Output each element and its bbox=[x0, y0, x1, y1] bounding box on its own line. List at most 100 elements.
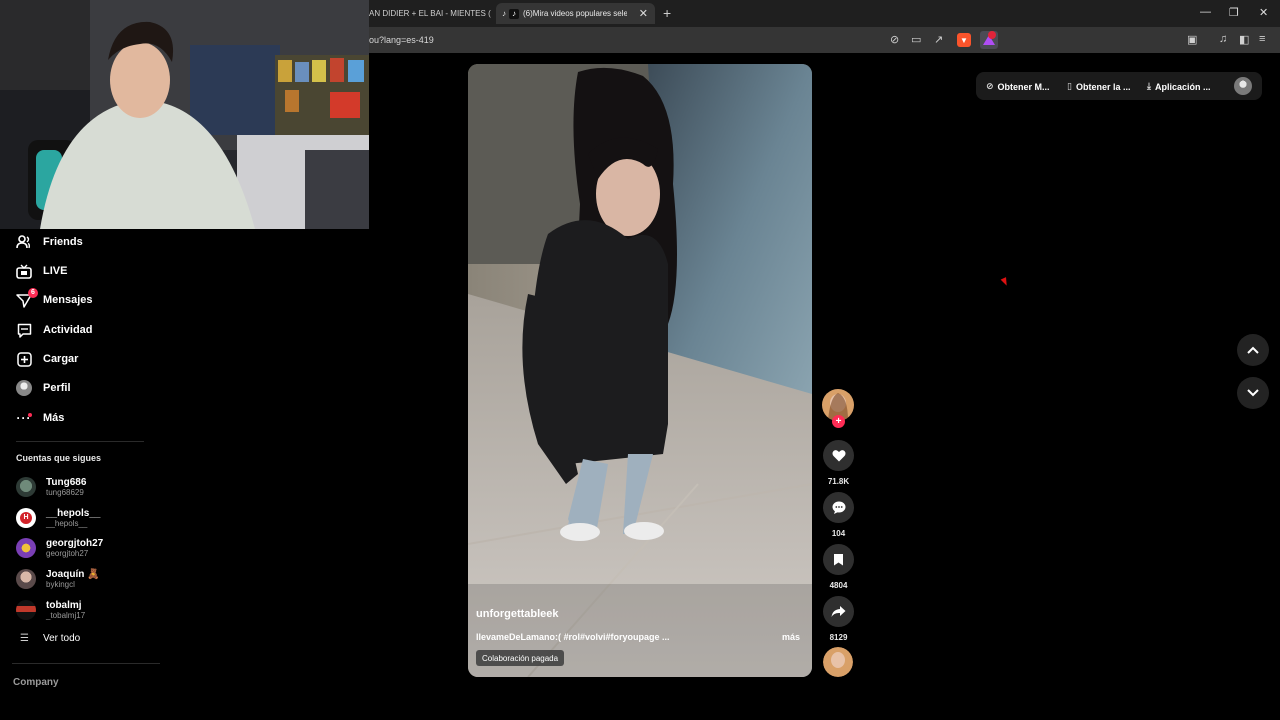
sidebar-label-profile: Perfil bbox=[43, 382, 71, 394]
webcam-image bbox=[0, 0, 369, 229]
get-app-link[interactable]: ▯ Obtener la ... bbox=[1067, 81, 1130, 92]
sidebar-item-messages[interactable]: 6 Mensajes bbox=[16, 288, 93, 310]
followed-account[interactable]: H __hepols__ __hepols__ bbox=[16, 505, 100, 531]
comment-icon bbox=[832, 501, 845, 514]
desktop-app-label: Aplicación ... bbox=[1154, 81, 1211, 92]
comment-count: 104 bbox=[831, 529, 846, 538]
see-all-label: Ver todo bbox=[42, 633, 81, 644]
heart-icon bbox=[832, 450, 845, 462]
share-button[interactable] bbox=[823, 596, 854, 627]
get-app-label: Obtener la ... bbox=[1075, 81, 1131, 92]
address-bar[interactable]: ou?lang=es-419 bbox=[369, 35, 434, 45]
list-icon: ☰ bbox=[20, 633, 29, 644]
chevron-up-icon bbox=[1247, 346, 1259, 354]
friends-icon bbox=[16, 234, 32, 250]
account-name: tobalmj bbox=[46, 600, 82, 611]
sidebar-item-live[interactable]: LIVE bbox=[16, 261, 67, 281]
video-author[interactable]: unforgettableek bbox=[476, 608, 559, 620]
cast-icon[interactable]: ▭ bbox=[911, 33, 921, 46]
sidebar-item-activity[interactable]: Actividad bbox=[16, 320, 93, 340]
sidebar-item-friends[interactable]: Friends bbox=[16, 232, 83, 252]
video-caption: llevameDeLamano:( #rol#volvi#foryoupage … bbox=[476, 632, 670, 642]
avatar bbox=[16, 600, 36, 620]
rewards-badge bbox=[988, 31, 996, 39]
sidebar-item-profile[interactable]: Perfil bbox=[16, 378, 71, 398]
more-dot-badge bbox=[28, 413, 32, 417]
sidebar-label-activity: Actividad bbox=[43, 324, 93, 336]
paid-partnership-badge: Colaboración pagada bbox=[476, 650, 565, 666]
menu-icon[interactable]: ≡ bbox=[1259, 33, 1265, 45]
video-player[interactable] bbox=[468, 64, 812, 677]
restore-icon[interactable]: ❐ bbox=[1229, 6, 1239, 19]
no-translate-icon[interactable]: ⊘ bbox=[890, 33, 899, 46]
account-username: bykingcl bbox=[46, 580, 75, 589]
messages-icon: 6 bbox=[16, 288, 38, 308]
media-icon[interactable]: ♫ bbox=[1219, 33, 1227, 45]
speaker-icon: ♪ bbox=[502, 9, 506, 18]
followed-account[interactable]: Joaquín 🧸 bykingcl bbox=[16, 566, 100, 592]
account-username: tung68629 bbox=[46, 488, 84, 497]
bookmark-icon bbox=[834, 554, 843, 566]
see-all-link[interactable]: ☰ Ver todo bbox=[20, 633, 80, 644]
account-name: Joaquín 🧸 bbox=[46, 569, 100, 580]
profile-avatar[interactable] bbox=[1234, 77, 1252, 95]
share-icon bbox=[831, 606, 846, 617]
account-username: _tobalmj17 bbox=[46, 611, 86, 620]
account-name: __hepols__ bbox=[46, 508, 101, 519]
following-header: Cuentas que sigues bbox=[16, 453, 102, 463]
close-tab-icon[interactable]: ✕ bbox=[639, 7, 648, 20]
avatar: H bbox=[16, 508, 36, 528]
browser-tab-2[interactable]: ♪ ♪ (6)Mira videos populares sele ✕ bbox=[496, 3, 655, 24]
more-icon: ··· bbox=[16, 411, 32, 425]
coin-icon: ⊘ bbox=[986, 81, 994, 91]
live-icon bbox=[16, 263, 32, 279]
caption-more-button[interactable]: más bbox=[782, 632, 800, 642]
new-tab-button[interactable]: + bbox=[663, 5, 671, 21]
sidebar-item-more[interactable]: ··· Más bbox=[16, 408, 65, 428]
minimize-icon[interactable]: — bbox=[1200, 6, 1211, 18]
tab-1-title: AN DIDIER + EL BAI - MIENTES ( bbox=[369, 9, 491, 18]
follow-button[interactable]: + bbox=[832, 415, 845, 428]
browser-tab-1[interactable]: AN DIDIER + EL BAI - MIENTES ( bbox=[369, 3, 491, 24]
video-frame bbox=[468, 64, 812, 677]
upload-icon bbox=[16, 351, 32, 367]
sidebar-divider bbox=[12, 663, 160, 664]
download-icon: ⤓ bbox=[1147, 81, 1151, 91]
save-button[interactable] bbox=[823, 544, 854, 575]
previous-video-button[interactable] bbox=[1237, 334, 1269, 366]
sound-disc[interactable] bbox=[823, 647, 853, 677]
sidebar-label-messages: Mensajes bbox=[43, 294, 93, 306]
sidebar-label-upload: Cargar bbox=[43, 353, 79, 365]
reading-list-icon[interactable]: ◧ bbox=[1239, 33, 1249, 46]
like-button[interactable] bbox=[823, 440, 854, 471]
chevron-down-icon bbox=[1247, 389, 1259, 397]
like-count: 71.8K bbox=[827, 477, 850, 486]
sidebar-panel-icon[interactable]: ▣ bbox=[1187, 33, 1197, 46]
tab-2-title: (6)Mira videos populares sele bbox=[523, 9, 627, 18]
close-window-icon[interactable]: ✕ bbox=[1259, 6, 1268, 19]
brave-shields-icon[interactable]: ▼ bbox=[957, 33, 971, 47]
sidebar-item-upload[interactable]: Cargar bbox=[16, 349, 78, 369]
followed-account[interactable]: Tung686 tung68629 bbox=[16, 474, 86, 500]
avatar bbox=[16, 477, 36, 497]
share-count: 8129 bbox=[829, 633, 848, 642]
get-coins-label: Obtener M... bbox=[997, 81, 1050, 92]
account-username: __hepols__ bbox=[46, 519, 88, 528]
company-link[interactable]: Company bbox=[13, 677, 59, 688]
activity-icon bbox=[16, 322, 32, 338]
sidebar-label-friends: Friends bbox=[43, 236, 83, 248]
followed-account[interactable]: tobalmj _tobalmj17 bbox=[16, 597, 85, 623]
phone-icon: ▯ bbox=[1067, 81, 1072, 91]
share-page-icon[interactable]: ↗ bbox=[934, 33, 943, 46]
webcam-overlay bbox=[0, 0, 369, 229]
sidebar-divider bbox=[16, 441, 144, 442]
save-count: 4804 bbox=[829, 581, 848, 590]
desktop-app-link[interactable]: ⤓ Aplicación ... bbox=[1147, 81, 1211, 92]
comment-button[interactable] bbox=[823, 492, 854, 523]
followed-account[interactable]: georgjtoh27 georgjtoh27 bbox=[16, 535, 103, 561]
get-coins-link[interactable]: ⊘ Obtener M... bbox=[986, 81, 1050, 92]
account-name: georgjtoh27 bbox=[46, 538, 104, 549]
next-video-button[interactable] bbox=[1237, 377, 1269, 409]
sidebar-label-live: LIVE bbox=[43, 265, 68, 277]
avatar bbox=[16, 538, 36, 558]
